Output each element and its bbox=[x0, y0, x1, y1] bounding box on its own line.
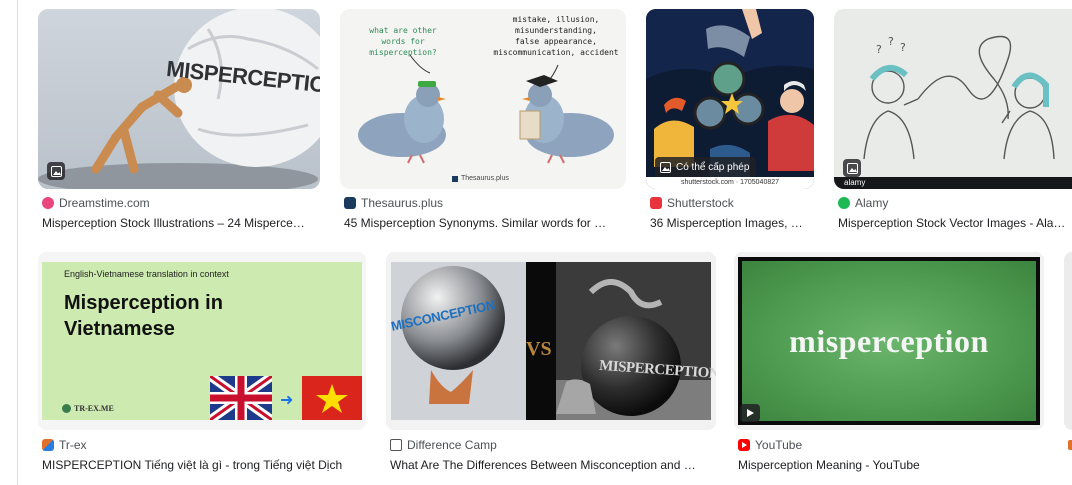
result-thumbnail[interactable]: shutterstock.com · 1705040827 Có thể cấp… bbox=[646, 9, 814, 189]
video-badge bbox=[740, 404, 760, 422]
result-card-difference-camp[interactable]: MISCONCEPTION VS MISPERCEPTION Differenc… bbox=[386, 252, 716, 477]
banner-heading-1: Misperception in bbox=[64, 292, 223, 314]
trex-banner: English-Vietnamese translation in contex… bbox=[42, 262, 362, 420]
banner-overline: English-Vietnamese translation in contex… bbox=[64, 269, 229, 279]
result-source[interactable]: YouTube bbox=[738, 438, 802, 452]
result-card-shutterstock[interactable]: shutterstock.com · 1705040827 Có thể cấp… bbox=[646, 9, 814, 234]
source-label: Alamy bbox=[855, 196, 889, 210]
vietnam-flag-icon bbox=[302, 376, 362, 420]
trex-logo: TR-EX.ME bbox=[62, 404, 114, 413]
banner-heading-2: Vietnamese bbox=[64, 318, 175, 340]
svg-text:?: ? bbox=[888, 35, 894, 48]
result-source[interactable]: Tr-ex bbox=[42, 438, 87, 452]
question-bubble-text: what are other words for misperception? bbox=[369, 26, 437, 57]
shutterstock-watermark: shutterstock.com · 1705040827 bbox=[680, 179, 780, 186]
thesaurus-favicon-icon bbox=[344, 197, 356, 209]
source-label: YouTube bbox=[755, 438, 803, 452]
source-label: Thesaurus.plus bbox=[361, 196, 444, 210]
result-card-alamy[interactable]: ??? alamy Alamy Misperception Stock Vect… bbox=[834, 9, 1072, 234]
image-type-badge bbox=[47, 162, 65, 180]
video-title-text: misperception bbox=[789, 322, 989, 359]
green-title-card: misperception bbox=[742, 261, 1036, 421]
result-title[interactable]: 36 Misperception Images, … bbox=[650, 216, 814, 230]
partial-favicon-icon bbox=[1068, 440, 1072, 450]
licensable-badge: Có thể cấp phép bbox=[655, 157, 757, 177]
image-type-badge bbox=[843, 159, 861, 177]
result-thumbnail[interactable] bbox=[1064, 252, 1072, 430]
result-card-thesaurus[interactable]: what are other words for misperception? … bbox=[340, 9, 626, 234]
result-thumbnail[interactable]: MISPERCEPTION bbox=[38, 9, 320, 189]
result-thumbnail[interactable]: MISCONCEPTION VS MISPERCEPTION bbox=[386, 252, 716, 430]
dreamstime-favicon-icon bbox=[42, 197, 54, 209]
result-thumbnail[interactable]: misperception bbox=[734, 252, 1044, 430]
alamy-favicon-icon bbox=[838, 197, 850, 209]
result-title[interactable]: Misperception Stock Vector Images - Ala… bbox=[838, 216, 1072, 230]
people-thinking-image: ??? bbox=[834, 35, 1072, 189]
result-title[interactable]: MISPERCEPTION Tiếng việt là gì - trong T… bbox=[42, 458, 362, 472]
result-card-youtube[interactable]: misperception YouTube Misperception Mean… bbox=[734, 252, 1044, 477]
video-frame: misperception bbox=[738, 257, 1040, 425]
book-icon bbox=[452, 175, 458, 182]
source-label: Dreamstime.com bbox=[59, 196, 150, 210]
alamy-watermark: alamy bbox=[844, 178, 866, 187]
result-card-dreamstime[interactable]: MISPERCEPTION Dreamstime.com Mispercepti… bbox=[38, 9, 320, 234]
image-icon bbox=[846, 162, 858, 174]
source-label: Shutterstock bbox=[667, 196, 734, 210]
misperception-boulder-image bbox=[38, 9, 320, 189]
result-title[interactable]: Misperception Meaning - YouTube bbox=[738, 458, 1038, 472]
result-thumbnail[interactable]: English-Vietnamese translation in contex… bbox=[38, 252, 366, 430]
result-thumbnail[interactable]: ??? alamy bbox=[834, 9, 1072, 189]
result-source[interactable]: Dreamstime.com bbox=[42, 196, 150, 210]
thesaurus-watermark: Thesaurus.plus bbox=[452, 175, 509, 182]
result-card-partial[interactable] bbox=[1064, 252, 1072, 477]
uk-flag-icon bbox=[210, 376, 272, 420]
svg-text:?: ? bbox=[900, 41, 906, 54]
youtube-favicon-icon bbox=[738, 439, 750, 451]
result-source[interactable]: Alamy bbox=[838, 196, 888, 210]
result-title[interactable]: 45 Misperception Synonyms. Similar words… bbox=[344, 216, 624, 230]
trex-logo-icon bbox=[62, 404, 71, 413]
license-label: Có thể cấp phép bbox=[676, 161, 750, 173]
result-source[interactable]: Shutterstock bbox=[650, 196, 734, 210]
play-icon bbox=[746, 409, 754, 417]
source-label: Tr-ex bbox=[59, 438, 87, 452]
shutterstock-favicon-icon bbox=[650, 197, 662, 209]
arrow-right-icon: ➜ bbox=[280, 392, 294, 409]
difference-camp-favicon-icon bbox=[390, 439, 402, 451]
trex-favicon-icon bbox=[42, 439, 54, 451]
result-source[interactable]: Thesaurus.plus bbox=[344, 196, 443, 210]
left-divider bbox=[17, 0, 18, 485]
vs-label: VS bbox=[526, 338, 552, 360]
result-thumbnail[interactable]: what are other words for misperception? … bbox=[340, 9, 626, 189]
answer-bubble-text: mistake, illusion, misunderstanding, fal… bbox=[493, 15, 619, 57]
image-icon bbox=[50, 165, 62, 177]
result-source[interactable]: Difference Camp bbox=[390, 438, 497, 452]
source-label: Difference Camp bbox=[407, 438, 497, 452]
image-icon bbox=[660, 161, 671, 173]
result-card-trex[interactable]: English-Vietnamese translation in contex… bbox=[38, 252, 366, 477]
svg-text:?: ? bbox=[876, 43, 882, 56]
result-title[interactable]: What Are The Differences Between Misconc… bbox=[390, 458, 706, 472]
youtube-play-icon bbox=[742, 442, 747, 448]
result-title[interactable]: Misperception Stock Illustrations – 24 M… bbox=[42, 216, 322, 230]
